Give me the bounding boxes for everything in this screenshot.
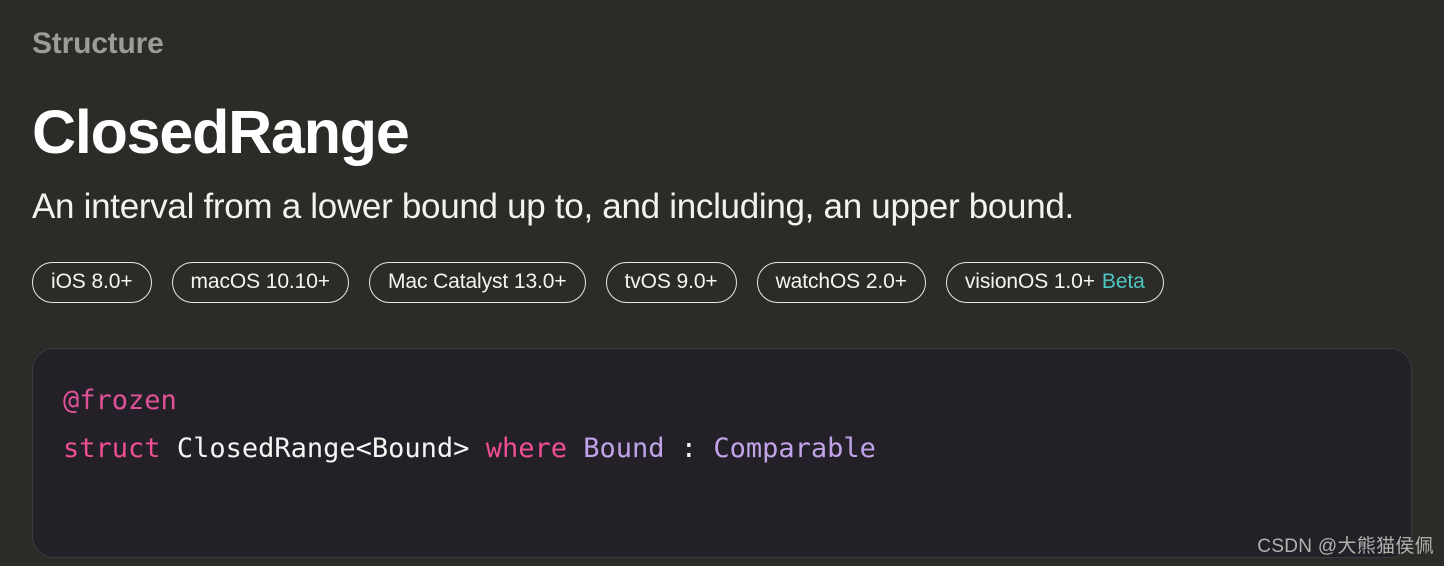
code-token-keyword-struct: struct: [63, 433, 161, 464]
platform-badge-label: macOS 10.10+: [190, 270, 331, 293]
platform-badge-label: tvOS 9.0+: [624, 270, 718, 293]
code-token-attribute: @frozen: [63, 385, 177, 416]
platform-badge-watchos[interactable]: watchOS 2.0+: [756, 262, 926, 303]
platform-badge-tvos[interactable]: tvOS 9.0+: [605, 262, 737, 303]
platform-badge-label: Mac Catalyst 13.0+: [387, 270, 567, 293]
code-token-symbol-name: ClosedRange<Bound>: [176, 433, 470, 464]
page-abstract: An interval from a lower bound up to, an…: [32, 187, 1074, 226]
platform-badge-mac-catalyst[interactable]: Mac Catalyst 13.0+: [368, 262, 586, 303]
declaration-code-block: @frozen struct ClosedRange<Bound> where …: [32, 348, 1412, 558]
code-token-colon: :: [680, 433, 698, 464]
beta-badge: Beta: [1101, 270, 1145, 293]
page-eyebrow-kind: Structure: [32, 27, 164, 60]
platform-badge-ios[interactable]: iOS 8.0+: [32, 262, 152, 303]
platform-badge-label: visionOS 1.0+: [964, 270, 1095, 293]
code-token-generic-parameter: Bound: [583, 433, 665, 464]
code-token-keyword-where: where: [485, 433, 567, 464]
code-token-constraint-type: Comparable: [713, 433, 876, 464]
platform-badge-visionos[interactable]: visionOS 1.0+ Beta: [945, 262, 1164, 303]
declaration-code: @frozen struct ClosedRange<Bound> where …: [63, 377, 1381, 473]
platform-badge-macos[interactable]: macOS 10.10+: [171, 262, 349, 303]
platform-badge-label: iOS 8.0+: [51, 270, 133, 293]
availability-list: iOS 8.0+ macOS 10.10+ Mac Catalyst 13.0+…: [32, 230, 1412, 303]
platform-badge-label: watchOS 2.0+: [775, 270, 907, 293]
documentation-page: Structure ClosedRange An interval from a…: [0, 0, 1444, 566]
page-title: ClosedRange: [32, 98, 410, 166]
